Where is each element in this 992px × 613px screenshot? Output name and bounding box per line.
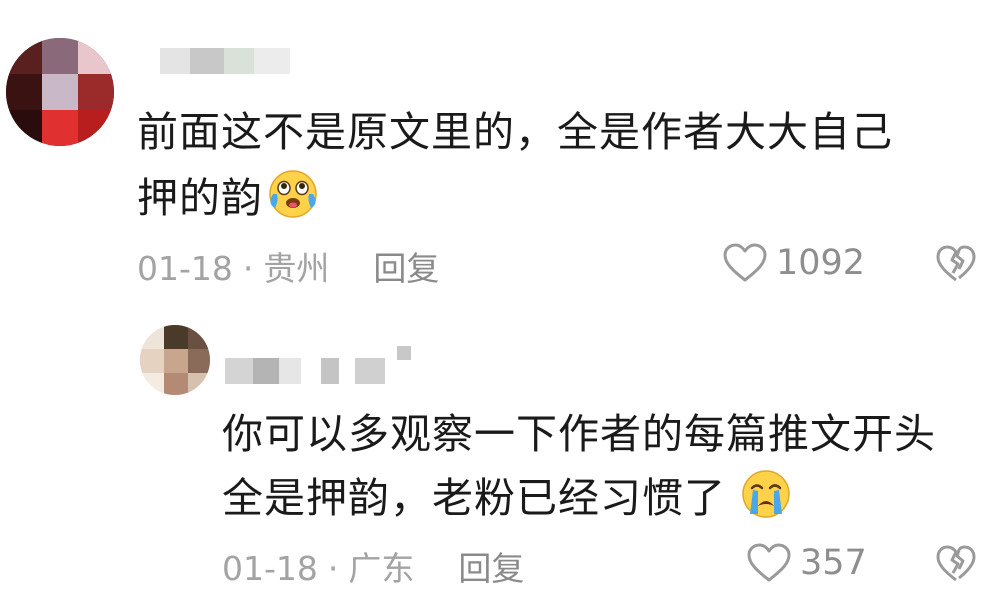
dislike-button[interactable] bbox=[935, 245, 977, 287]
comment-text: 前面这不是原文里的，全是作者大大自己 押的韵 bbox=[137, 100, 977, 238]
username-blurred[interactable] bbox=[160, 48, 290, 74]
avatar[interactable] bbox=[140, 325, 210, 395]
comment-meta: 01-18 · 广东 回复 bbox=[222, 542, 524, 590]
comment-text-line: 你可以多观察一下作者的每篇推文开头 bbox=[222, 410, 936, 458]
comment-text-line: 押的韵 bbox=[137, 164, 977, 238]
avatar[interactable] bbox=[6, 38, 114, 146]
comment-meta: 01-18 · 贵州 回复 bbox=[137, 242, 439, 290]
comment-location: 贵州 bbox=[263, 249, 330, 288]
username-blurred[interactable] bbox=[225, 346, 420, 384]
heart-icon bbox=[723, 243, 767, 282]
like-button[interactable]: 1092 bbox=[722, 243, 865, 283]
comment-item: 前面这不是原文里的，全是作者大大自己 押的韵 01-18 · 贵州 回复 1092 bbox=[0, 0, 992, 300]
crying-emoji bbox=[740, 468, 792, 538]
comment-text: 你可以多观察一下作者的每篇推文开头 全是押韵，老粉已经习惯了 bbox=[222, 402, 992, 538]
crying-laugh-emoji bbox=[265, 164, 321, 238]
comment-location: 广东 bbox=[348, 549, 415, 588]
like-count: 1092 bbox=[776, 243, 866, 283]
dislike-button[interactable] bbox=[935, 545, 977, 587]
broken-heart-icon bbox=[936, 545, 976, 582]
reply-button[interactable]: 回复 bbox=[458, 549, 524, 588]
heart-icon bbox=[747, 543, 791, 582]
comment-date: 01-18 bbox=[137, 249, 233, 288]
meta-separator: · bbox=[242, 249, 254, 288]
reply-button[interactable]: 回复 bbox=[373, 249, 439, 288]
comment-text-line: 全是押韵，老粉已经习惯了 bbox=[222, 466, 992, 538]
reply-comment-item: 你可以多观察一下作者的每篇推文开头 全是押韵，老粉已经习惯了 01-18 · 广东 回… bbox=[0, 318, 992, 613]
like-button[interactable]: 357 bbox=[746, 543, 867, 583]
broken-heart-icon bbox=[936, 245, 976, 282]
comment-text-line: 前面这不是原文里的，全是作者大大自己 bbox=[137, 108, 893, 156]
comment-date: 01-18 bbox=[222, 549, 318, 588]
like-count: 357 bbox=[800, 543, 867, 583]
meta-separator: · bbox=[327, 549, 339, 588]
